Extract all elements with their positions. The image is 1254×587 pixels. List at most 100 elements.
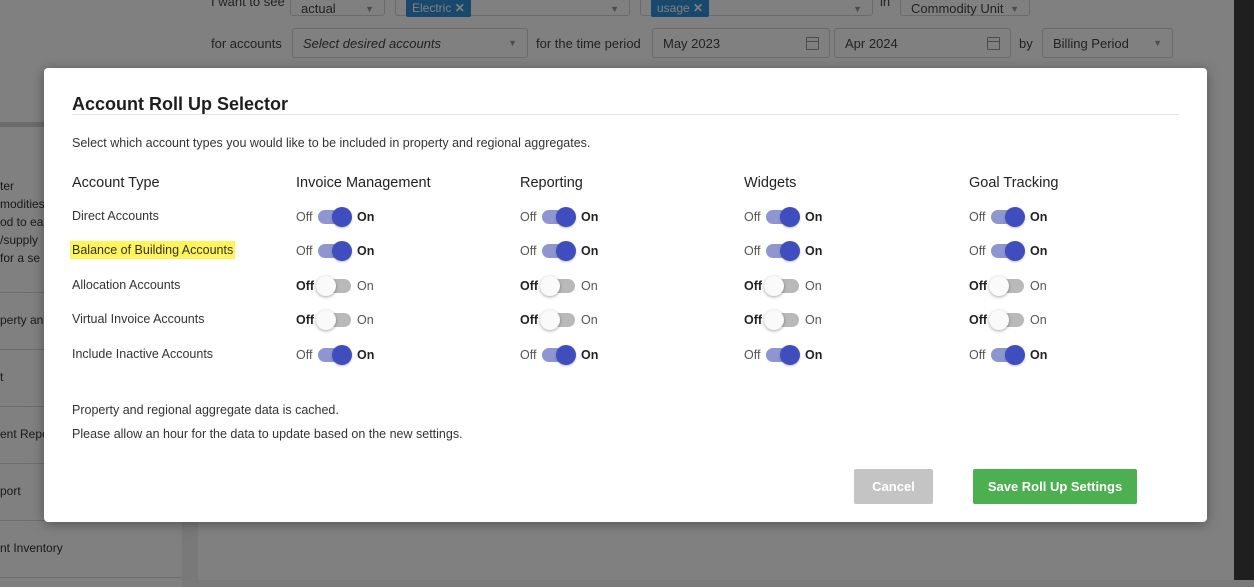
toggle-switch[interactable] <box>991 207 1025 227</box>
toggle-on-label: On <box>357 210 375 224</box>
toggle-off-label: Off <box>969 244 986 258</box>
header-reporting: Reporting <box>520 175 583 191</box>
toggle-include-inactive-accounts-goal-tracking[interactable]: Off On <box>969 344 1047 366</box>
toggle-direct-accounts-widgets[interactable]: Off On <box>744 206 822 228</box>
toggle-on-label: On <box>1030 313 1047 327</box>
toggle-off-label: Off <box>296 348 313 362</box>
toggle-on-label: On <box>357 244 375 258</box>
toggle-off-label: Off <box>520 244 537 258</box>
toggle-knob <box>316 276 336 296</box>
header-account-type: Account Type <box>72 175 160 191</box>
toggle-on-label: On <box>1030 279 1047 293</box>
row-label-direct-accounts: Direct Accounts <box>72 209 159 223</box>
window-scrollbar[interactable] <box>1234 0 1254 580</box>
header-invoice-management: Invoice Management <box>296 175 431 191</box>
toggle-virtual-invoice-accounts-reporting[interactable]: Off On <box>520 309 598 331</box>
toggle-on-label: On <box>357 279 374 293</box>
toggle-switch[interactable] <box>316 276 351 296</box>
toggle-switch[interactable] <box>991 241 1025 261</box>
toggle-off-label: Off <box>969 210 986 224</box>
toggle-off-label: Off <box>969 313 988 327</box>
toggle-switch[interactable] <box>766 345 800 365</box>
toggle-allocation-accounts-invoice-management[interactable]: Off On <box>296 275 374 297</box>
toggle-knob <box>540 276 560 296</box>
header-goal-tracking: Goal Tracking <box>969 175 1059 191</box>
toggle-switch[interactable] <box>766 207 800 227</box>
toggle-knob <box>556 345 576 365</box>
toggle-balance-of-building-accounts-goal-tracking[interactable]: Off On <box>969 240 1047 262</box>
toggle-off-label: Off <box>520 348 537 362</box>
toggle-knob <box>989 310 1009 330</box>
toggle-switch[interactable] <box>989 310 1024 330</box>
toggle-switch[interactable] <box>318 207 352 227</box>
toggle-direct-accounts-reporting[interactable]: Off On <box>520 206 598 228</box>
toggle-balance-of-building-accounts-reporting[interactable]: Off On <box>520 240 598 262</box>
toggle-off-label: Off <box>296 244 313 258</box>
toggle-virtual-invoice-accounts-widgets[interactable]: Off On <box>744 309 822 331</box>
toggle-knob <box>1005 207 1025 227</box>
toggle-allocation-accounts-widgets[interactable]: Off On <box>744 275 822 297</box>
toggle-off-label: Off <box>296 313 315 327</box>
header-widgets: Widgets <box>744 175 797 191</box>
toggle-direct-accounts-goal-tracking[interactable]: Off On <box>969 206 1047 228</box>
row-label-allocation-accounts: Allocation Accounts <box>72 278 181 292</box>
save-rollup-settings-button[interactable]: Save Roll Up Settings <box>973 469 1137 504</box>
toggle-knob <box>764 276 784 296</box>
toggle-knob <box>764 310 784 330</box>
modal-overlay: Account Roll Up Selector Select which ac… <box>0 0 1234 580</box>
toggle-virtual-invoice-accounts-invoice-management[interactable]: Off On <box>296 309 374 331</box>
toggle-knob <box>332 207 352 227</box>
toggle-off-label: Off <box>744 313 763 327</box>
toggle-switch[interactable] <box>316 310 351 330</box>
toggle-switch[interactable] <box>542 241 576 261</box>
cache-notice: Property and regional aggregate data is … <box>72 403 339 417</box>
toggle-off-label: Off <box>520 313 539 327</box>
toggle-switch[interactable] <box>540 310 575 330</box>
toggle-on-label: On <box>805 348 823 362</box>
toggle-off-label: Off <box>520 210 537 224</box>
toggle-on-label: On <box>1030 348 1048 362</box>
toggle-knob <box>540 310 560 330</box>
toggle-switch[interactable] <box>764 310 799 330</box>
cancel-button[interactable]: Cancel <box>854 469 933 504</box>
toggle-switch[interactable] <box>991 345 1025 365</box>
toggle-include-inactive-accounts-invoice-management[interactable]: Off On <box>296 344 374 366</box>
toggle-knob <box>989 276 1009 296</box>
toggle-on-label: On <box>581 279 598 293</box>
toggle-allocation-accounts-goal-tracking[interactable]: Off On <box>969 275 1047 297</box>
toggle-off-label: Off <box>296 210 313 224</box>
row-label-balance-of-building-accounts: Balance of Building Accounts <box>70 241 236 259</box>
toggle-switch[interactable] <box>764 276 799 296</box>
toggle-off-label: Off <box>744 210 761 224</box>
toggle-switch[interactable] <box>542 207 576 227</box>
toggle-include-inactive-accounts-widgets[interactable]: Off On <box>744 344 822 366</box>
toggle-on-label: On <box>805 210 823 224</box>
toggle-include-inactive-accounts-reporting[interactable]: Off On <box>520 344 598 366</box>
toggle-on-label: On <box>805 313 822 327</box>
toggle-off-label: Off <box>969 348 986 362</box>
toggle-direct-accounts-invoice-management[interactable]: Off On <box>296 206 374 228</box>
toggle-off-label: Off <box>296 279 315 293</box>
toggle-allocation-accounts-reporting[interactable]: Off On <box>520 275 598 297</box>
toggle-virtual-invoice-accounts-goal-tracking[interactable]: Off On <box>969 309 1047 331</box>
toggle-switch[interactable] <box>318 345 352 365</box>
account-rollup-modal: Account Roll Up Selector Select which ac… <box>44 68 1207 522</box>
toggle-balance-of-building-accounts-invoice-management[interactable]: Off On <box>296 240 374 262</box>
toggle-on-label: On <box>581 244 599 258</box>
toggle-switch[interactable] <box>766 241 800 261</box>
toggle-knob <box>316 310 336 330</box>
toggle-switch[interactable] <box>540 276 575 296</box>
toggle-on-label: On <box>357 313 374 327</box>
toggle-switch[interactable] <box>318 241 352 261</box>
toggle-balance-of-building-accounts-widgets[interactable]: Off On <box>744 240 822 262</box>
toggle-knob <box>1005 241 1025 261</box>
update-notice: Please allow an hour for the data to upd… <box>72 427 463 441</box>
modal-description: Select which account types you would lik… <box>72 136 591 150</box>
toggle-knob <box>556 207 576 227</box>
toggle-switch[interactable] <box>989 276 1024 296</box>
toggle-off-label: Off <box>744 279 763 293</box>
toggle-on-label: On <box>1030 210 1048 224</box>
row-label-virtual-invoice-accounts: Virtual Invoice Accounts <box>72 312 205 326</box>
toggle-switch[interactable] <box>542 345 576 365</box>
toggle-on-label: On <box>1030 244 1048 258</box>
